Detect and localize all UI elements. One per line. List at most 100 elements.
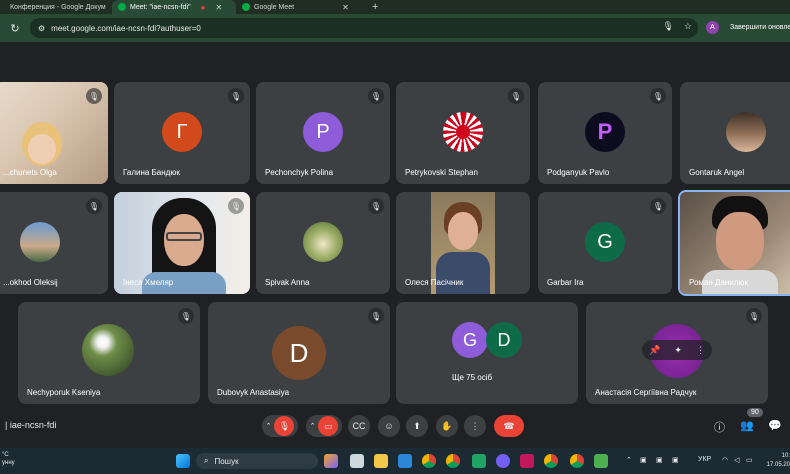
meeting-code: | iae-ncsn-fdi: [5, 420, 57, 430]
captions-button[interactable]: CC: [348, 415, 370, 437]
pin-icon[interactable]: 📌: [649, 345, 660, 356]
participant-tile[interactable]: 🎙 Nechyporuk Kseniya: [18, 302, 200, 404]
meeting-info-icon[interactable]: ⓘ: [714, 419, 725, 435]
app-icon[interactable]: [594, 454, 608, 468]
participant-name: Анастасія Сергіївна Радчук: [595, 388, 697, 397]
app-icon[interactable]: [472, 454, 486, 468]
participant-tile[interactable]: 🎙 Spivak Anna: [256, 192, 390, 294]
mic-off-icon: 🎙: [368, 198, 384, 214]
participant-name: Роман Данилюк: [689, 278, 748, 287]
url-text: meet.google.com/iae-ncsn-fdi?authuser=0: [51, 23, 201, 33]
meet-icon: [118, 3, 126, 11]
camera-toggle-button[interactable]: ▭: [318, 416, 339, 436]
tray-chevron-icon[interactable]: ⌃: [626, 456, 632, 464]
tab-label: Конференция - Google Докум: [10, 3, 106, 11]
windows-start-icon[interactable]: [176, 454, 190, 468]
tab-label: Google Meet: [254, 3, 295, 11]
chevron-up-icon[interactable]: ⌃: [266, 422, 272, 430]
participant-tile-speaking[interactable]: Роман Данилюк: [678, 190, 790, 296]
mic-off-icon: 🎙: [86, 88, 102, 104]
participant-tile[interactable]: P 🎙 Pechonchyk Polina: [256, 82, 390, 184]
os-taskbar: °C унну ⌕ Пошук ⌃ ▣ ▣ ▣ УКР ◠ ◁ ▭ 10: 17…: [0, 448, 790, 474]
participant-tile[interactable]: 🎙 ...okhod Oleksij: [0, 192, 108, 294]
weather-widget[interactable]: °C унну: [2, 451, 15, 467]
participant-avatar: G: [452, 322, 488, 358]
close-icon[interactable]: ✕: [215, 3, 222, 12]
site-settings-icon[interactable]: ⚙: [38, 24, 45, 33]
participant-tile[interactable]: 🎙 ...chunets Olga: [0, 82, 108, 184]
app-icon[interactable]: [520, 454, 534, 468]
mic-toggle-button[interactable]: 🎙: [274, 416, 295, 436]
more-participants-tile[interactable]: G D Ще 75 осіб: [396, 302, 578, 404]
new-tab-button[interactable]: +: [366, 1, 384, 13]
camera-control-group: ⌃ ▭: [306, 415, 342, 437]
chrome-icon[interactable]: [570, 454, 584, 468]
participant-tile[interactable]: Олеся Пасічник: [396, 192, 530, 294]
taskbar-search[interactable]: ⌕ Пошук: [196, 453, 318, 469]
mic-control-group: ⌃ 🎙: [262, 415, 298, 437]
finish-update-button[interactable]: Завершити оновлення: [726, 21, 790, 35]
people-icon[interactable]: 👥: [740, 419, 754, 432]
participant-tile[interactable]: G 🎙 Garbar Ira: [538, 192, 672, 294]
leave-call-button[interactable]: ☎: [494, 415, 524, 437]
system-clock[interactable]: 10: 17.05.20: [763, 452, 790, 470]
task-view-icon[interactable]: [350, 454, 364, 468]
chat-icon[interactable]: 💬: [768, 419, 782, 432]
mic-off-icon: 🎙: [508, 88, 524, 104]
recording-icon: ●: [200, 2, 206, 12]
raise-hand-button[interactable]: ✋: [436, 415, 458, 437]
chevron-up-icon[interactable]: ⌃: [310, 422, 316, 430]
participant-tile[interactable]: 🎙 Інеса Хмеляр: [114, 192, 250, 294]
language-indicator[interactable]: УКР: [698, 456, 711, 463]
app-tray-icon[interactable]: ▣: [656, 456, 663, 464]
tab-google-meet[interactable]: Google Meet ✕: [236, 0, 366, 14]
tab-google-docs[interactable]: Конференция - Google Докум ✕: [0, 0, 112, 14]
emoji-reactions-button[interactable]: ☺: [378, 415, 400, 437]
mic-off-icon: 🎙: [228, 198, 244, 214]
reload-icon[interactable]: ↻: [0, 22, 30, 35]
close-icon[interactable]: ✕: [342, 3, 349, 12]
tile-hover-toolbar: 📌 ✦ ⋮: [642, 340, 712, 360]
glasses: [166, 232, 202, 241]
wifi-icon[interactable]: ◠: [722, 456, 728, 464]
bookmark-star-icon[interactable]: ☆: [684, 21, 692, 32]
chrome-icon[interactable]: [544, 454, 558, 468]
participant-tile[interactable]: P 🎙 Podganyuk Pavlo: [538, 82, 672, 184]
participant-photo-avatar: [20, 222, 60, 262]
app-tray-icon[interactable]: ▣: [640, 456, 647, 464]
store-icon[interactable]: [398, 454, 412, 468]
participant-name: ...okhod Oleksij: [3, 278, 58, 287]
participant-tile[interactable]: 🎙 Petrykovski Stephan: [396, 82, 530, 184]
participant-name: Spivak Anna: [265, 278, 310, 287]
participant-avatar: D: [486, 322, 522, 358]
tab-meet-active[interactable]: Meet: "iae-ncsn-fdi" ● ✕: [112, 0, 236, 14]
mic-off-icon: 🎙: [368, 308, 384, 324]
participant-tile[interactable]: 📌 ✦ ⋮ 🎙 Анастасія Сергіївна Радчук: [586, 302, 768, 404]
meet-control-bar: | iae-ncsn-fdi ⌃ 🎙 ⌃ ▭ CC ☺ ⬆ ✋ ⋮ ☎ ⓘ 90…: [0, 404, 790, 448]
file-explorer-icon[interactable]: [374, 454, 388, 468]
battery-icon[interactable]: ▭: [746, 456, 753, 464]
search-icon: ⌕: [204, 456, 209, 465]
volume-icon[interactable]: ◁: [734, 456, 739, 464]
person-face: [28, 134, 56, 164]
participant-name: Олеся Пасічник: [405, 278, 464, 287]
app-tray-icon[interactable]: ▣: [672, 456, 679, 464]
participant-tile[interactable]: D 🎙 Dubovyk Anastasiya: [208, 302, 390, 404]
participant-name: Garbar Ira: [547, 278, 584, 287]
profile-avatar[interactable]: A: [706, 21, 719, 34]
browser-tab-strip: Конференция - Google Докум ✕ Meet: "iae-…: [0, 0, 790, 14]
copilot-icon[interactable]: [324, 454, 338, 468]
url-omnibox[interactable]: ⚙ meet.google.com/iae-ncsn-fdi?authuser=…: [30, 18, 698, 38]
more-options-button[interactable]: ⋮: [464, 415, 486, 437]
person-shirt: [436, 252, 490, 294]
spotlight-icon[interactable]: ✦: [674, 345, 682, 356]
participant-tile[interactable]: Gontaruk Angel: [680, 82, 790, 184]
viber-icon[interactable]: [496, 454, 510, 468]
participant-tile[interactable]: Г 🎙 Галина Бандюк: [114, 82, 250, 184]
chrome-icon[interactable]: [422, 454, 436, 468]
more-options-icon[interactable]: ⋮: [696, 345, 705, 356]
present-screen-button[interactable]: ⬆: [406, 415, 428, 437]
mic-icon[interactable]: 🎙: [662, 21, 673, 32]
participant-count-badge: 90: [747, 408, 763, 417]
chrome-icon[interactable]: [446, 454, 460, 468]
